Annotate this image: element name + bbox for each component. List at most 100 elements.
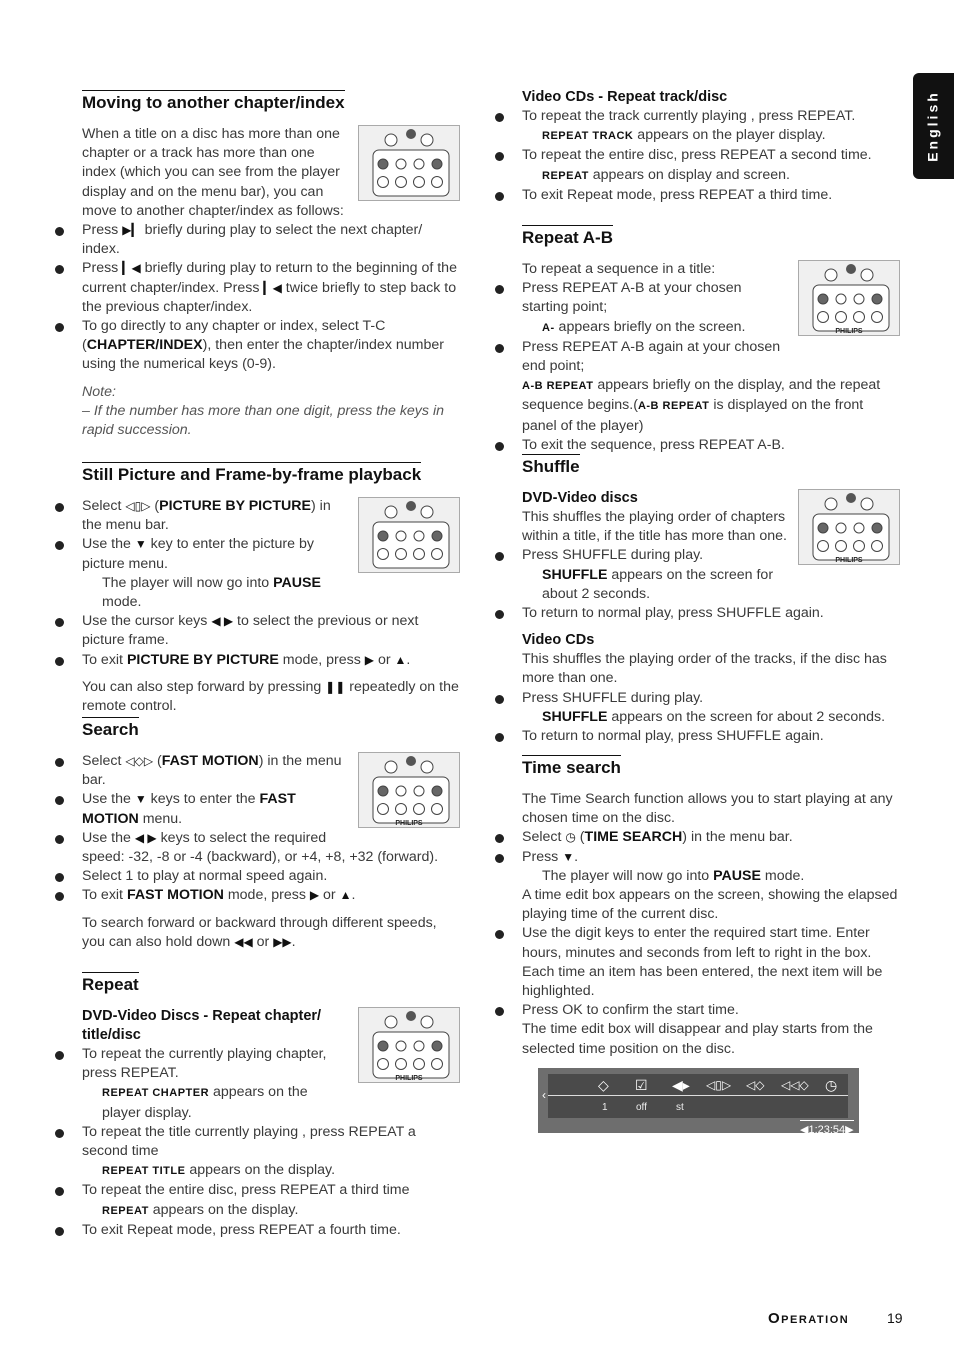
text-run: To repeat the entire disc, press REPEAT … (82, 1182, 410, 1199)
text-run: When a title on a disc has more than one… (82, 126, 344, 219)
button-symbol-icon: ❚❚ (325, 679, 346, 694)
time-edit-box[interactable]: ◀1:23:54▶ (800, 1120, 854, 1140)
text-run: This shuffles the playing order of the t… (522, 651, 887, 687)
text-run: ) in the menu bar. (682, 829, 793, 846)
text-run: appears on the display. (148, 1201, 299, 1218)
subheading: Video CDs - Repeat track/disc (522, 88, 900, 107)
text-run: To exit Repeat mode, press REPEAT a four… (82, 1221, 401, 1238)
bullet-item: Use the ◀ ▶ keys to select the required … (55, 829, 460, 867)
bullet-item: Use the cursor keys ◀ ▶ to select the pr… (55, 612, 460, 650)
text-run: . (291, 933, 296, 950)
text-run: The player will now go into (102, 574, 274, 591)
result-text: The player will now go into PAUSE mode. (522, 867, 900, 886)
bullet-item: Press REPEAT A-B at your chosen starting… (495, 279, 900, 317)
bullet-item: To exit Repeat mode, press REPEAT a four… (55, 1221, 460, 1240)
angle-value: 1 (602, 1102, 608, 1113)
page-number: 19 (887, 1310, 903, 1326)
button-symbol-icon: ▶ (364, 652, 375, 667)
language-tab-label: English (924, 90, 941, 162)
text-run: Press SHUFFLE during play. (522, 689, 704, 706)
bullet-item: To return to normal play, press SHUFFLE … (495, 604, 900, 623)
svg-text:PHILIPS: PHILIPS (835, 328, 863, 335)
button-symbol-icon: ▲ (394, 652, 407, 667)
button-symbol-icon: ▶▶ (273, 934, 292, 949)
bold-text: SHUFFLE (542, 566, 608, 583)
section-heading: Repeat (82, 972, 139, 995)
text-run: or (374, 651, 395, 668)
bullet-item: Press ▶▎ briefly during play to select t… (55, 221, 460, 259)
section: Repeat PHILIPS DVD-Video Discs - Repeat c… (55, 972, 460, 1240)
bullet-item: To exit the sequence, press REPEAT A-B. (495, 436, 900, 455)
text-run: To exit (82, 887, 127, 904)
slow-motion-icon: ◁◇ (746, 1078, 765, 1092)
bullet-item: To exit FAST MOTION mode, press ▶ or ▲. (55, 886, 460, 905)
bullet-item: To repeat the currently playing chapter,… (55, 1045, 460, 1083)
bullet-item: Use the ▼ keys to enter the FAST MOTION … (55, 790, 460, 828)
text-run: Moving to another chapter/index (82, 93, 345, 112)
bullet-item: Select ◷ (TIME SEARCH) in the menu bar. (495, 828, 900, 847)
result-text: REPEAT appears on the display. (82, 1201, 460, 1221)
bold-text: PICTURE BY PICTURE (126, 651, 279, 668)
section-heading: Time search (522, 755, 621, 778)
display-message: REPEAT (102, 1204, 149, 1217)
text-run: The time edit box will disappear and pla… (522, 1021, 873, 1057)
text-run: Use the (82, 536, 135, 553)
bold-text: PAUSE (713, 867, 761, 884)
text-run: mode. (760, 867, 805, 884)
bold-text: CHAPTER/INDEX (86, 337, 203, 354)
bold-text: FAST MOTION (126, 887, 224, 904)
bullet-item: To go directly to any chapter or index, … (55, 317, 460, 375)
bullet-item: Press OK to confirm the start time. (495, 1001, 900, 1020)
subtitle-value: off (636, 1102, 647, 1113)
text-run: To return to normal play, press SHUFFLE … (522, 605, 824, 622)
bullet-item: To repeat the entire disc, press REPEAT … (55, 1181, 460, 1200)
text-run: – If the number has more than one digit,… (82, 402, 444, 439)
text-run: Still Picture and Frame-by-frame playbac… (82, 465, 422, 484)
text-run: ( (153, 753, 162, 769)
text-run: Select (82, 753, 126, 769)
text-run: Press (82, 222, 123, 239)
menu-bar: ‹ ◇ ☑ ◀▸ ◁▯▷ ◁◇ ◁◁◇ ◷ 1 off st (542, 1074, 848, 1118)
language-tab: English (913, 73, 954, 179)
display-message: A- (542, 321, 555, 334)
section: Shuffle PHILIPS DVD-Video discs This shuff… (495, 454, 900, 746)
text-run: Press OK to confirm the start time. (522, 1002, 739, 1019)
text-run: To exit Repeat mode, press REPEAT a thir… (522, 186, 833, 203)
text-run: Press REPEAT A-B at your chosen starting… (522, 280, 742, 316)
bold-text: TIME SEARCH (584, 829, 683, 846)
text-run: mode. (102, 594, 142, 611)
text-run: Note: (82, 383, 116, 400)
remote-control-illustration (358, 125, 460, 201)
text-run: Search (82, 720, 139, 739)
text-run: To repeat the entire disc, press REPEAT … (522, 147, 872, 164)
bullet-item: To exit PICTURE BY PICTURE mode, press ▶… (55, 651, 460, 670)
text-run: This shuffles the playing order of chapt… (522, 509, 787, 545)
text-run: Select (82, 498, 126, 514)
button-symbol-icon: ◷ (565, 830, 576, 845)
bullet-item: To exit Repeat mode, press REPEAT a thir… (495, 186, 900, 205)
text-run: Repeat A-B (522, 228, 613, 247)
button-symbol-icon: ▎◀ (122, 261, 141, 276)
display-message: REPEAT TRACK (542, 130, 634, 143)
paragraph: A-B REPEAT appears briefly on the displa… (522, 376, 900, 436)
text-run: Video CDs (522, 632, 595, 649)
button-symbol-icon: ▶▎ (122, 223, 141, 238)
bold-text: PAUSE (273, 574, 321, 591)
section: Video CDs - Repeat track/disc To repeat t… (495, 88, 900, 205)
paragraph: A time edit box appears on the screen, s… (522, 886, 900, 924)
text-run: You can also step forward by pressing (82, 678, 326, 695)
note-text: – If the number has more than one digit,… (82, 402, 460, 440)
button-symbol-icon: ▼ (134, 537, 147, 552)
text-run: ( (150, 498, 160, 514)
section-heading: Still Picture and Frame-by-frame playbac… (82, 462, 422, 485)
bullet-item: Press REPEAT A-B again at your chosen en… (495, 338, 900, 376)
result-text: The player will now go into PAUSE mode. (82, 574, 460, 612)
text-run: To exit the sequence, press REPEAT A-B. (522, 436, 785, 453)
bullet-item: Press ▼. (495, 848, 900, 867)
button-symbol-icon: ▎◀ (263, 280, 282, 295)
audio-icon: ◀▸ (672, 1077, 690, 1093)
text-run: Press REPEAT A-B again at your chosen en… (522, 338, 781, 375)
bullet-item: Press SHUFFLE during play. (495, 689, 900, 708)
footer-section: Operation (768, 1310, 850, 1327)
text-run: Press (82, 260, 123, 277)
